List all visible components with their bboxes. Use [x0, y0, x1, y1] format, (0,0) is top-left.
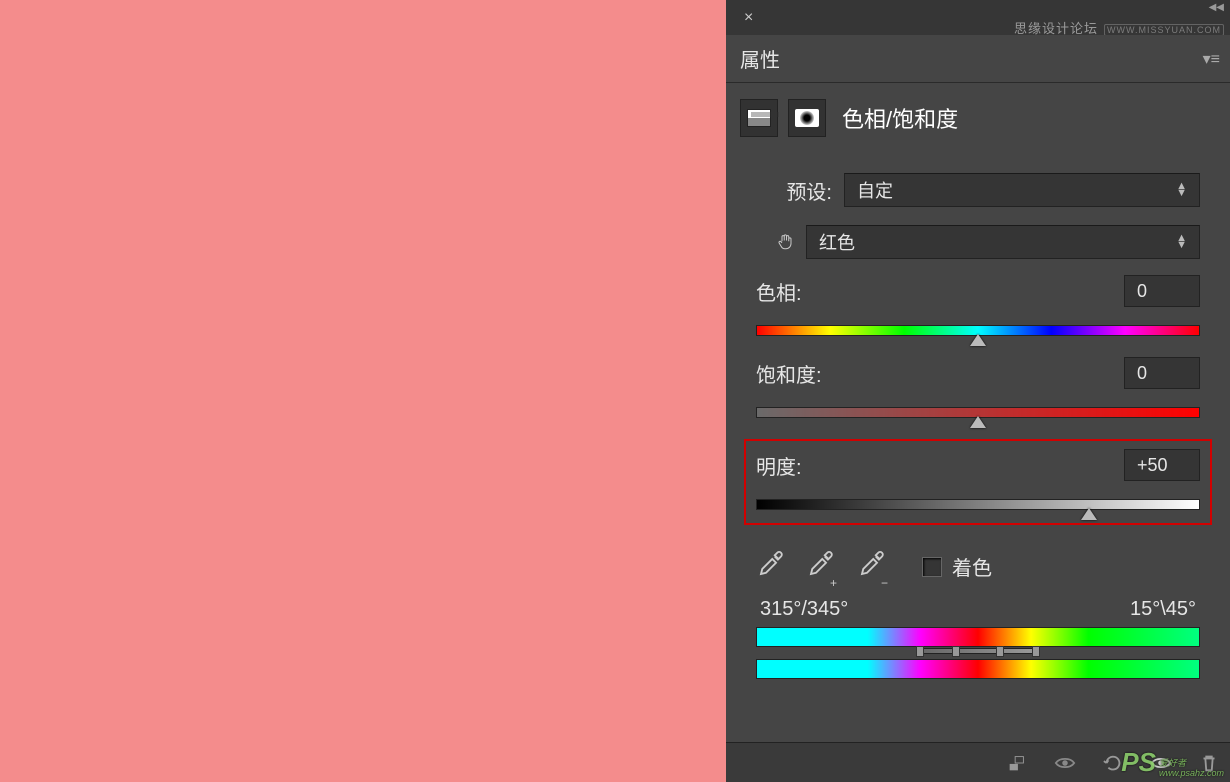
- colorize-label: 着色: [952, 552, 992, 581]
- close-icon[interactable]: ×: [736, 5, 761, 31]
- panel-title: 属性: [740, 44, 780, 73]
- lightness-slider-block: 明度: +50: [756, 449, 1200, 513]
- range-left-text: 315°/345°: [760, 598, 848, 621]
- panel-menu-icon[interactable]: ▾≡: [1203, 49, 1220, 69]
- watermark-bottom: PS 爱好者www.psahz.com: [1121, 747, 1224, 778]
- adjustment-name: 色相/饱和度: [842, 102, 958, 134]
- hue-thumb[interactable]: [970, 334, 986, 346]
- saturation-slider-block: 饱和度: 0: [756, 357, 1200, 421]
- color-range-strip-bottom[interactable]: [756, 659, 1200, 679]
- eyedropper-icon[interactable]: [756, 549, 786, 584]
- lightness-label: 明度:: [756, 451, 802, 480]
- eyedropper-row: + − 着色: [756, 535, 1200, 594]
- preset-value: 自定: [857, 177, 893, 203]
- saturation-thumb[interactable]: [970, 416, 986, 428]
- collapse-icon[interactable]: ◀◀: [1209, 2, 1224, 13]
- range-thumb-4[interactable]: [1032, 646, 1040, 657]
- controls-area: 预设: 自定 ▲▼ 红色 ▲▼ 色相: 0: [726, 147, 1230, 679]
- saturation-value-input[interactable]: 0: [1124, 357, 1200, 389]
- select-arrows-icon: ▲▼: [1176, 235, 1187, 249]
- range-thumb-2[interactable]: [952, 646, 960, 657]
- colorize-checkbox-wrap[interactable]: 着色: [922, 552, 992, 581]
- view-previous-icon[interactable]: [1054, 752, 1076, 774]
- color-range-strip-top[interactable]: [756, 627, 1200, 647]
- properties-panel: × ◀◀ 思缘设计论坛 WWW.MISSYUAN.COM 属性 ▾≡ 色相/饱和…: [726, 0, 1230, 782]
- adjustment-icon[interactable]: [740, 99, 778, 137]
- lightness-thumb[interactable]: [1081, 508, 1097, 520]
- channel-row: 红色 ▲▼: [756, 223, 1200, 261]
- mask-icon[interactable]: [788, 99, 826, 137]
- saturation-label: 饱和度:: [756, 359, 822, 388]
- channel-select[interactable]: 红色 ▲▼: [806, 225, 1200, 259]
- clip-to-layer-icon[interactable]: [1006, 752, 1028, 774]
- select-arrows-icon: ▲▼: [1176, 183, 1187, 197]
- range-bar[interactable]: [920, 648, 1035, 654]
- range-right-text: 15°\45°: [1130, 598, 1196, 621]
- hue-label: 色相:: [756, 277, 802, 306]
- preset-select[interactable]: 自定 ▲▼: [844, 173, 1200, 207]
- hue-value-input[interactable]: 0: [1124, 275, 1200, 307]
- saturation-slider[interactable]: [756, 403, 1200, 421]
- preset-row: 预设: 自定 ▲▼: [756, 171, 1200, 209]
- adjustment-title-row: 色相/饱和度: [726, 83, 1230, 147]
- hue-slider-block: 色相: 0: [756, 275, 1200, 339]
- range-thumb-3[interactable]: [996, 646, 1004, 657]
- eyedropper-plus-icon[interactable]: +: [806, 549, 837, 584]
- colorize-checkbox[interactable]: [922, 557, 942, 577]
- canvas-preview: [0, 0, 726, 782]
- lightness-slider[interactable]: [756, 495, 1200, 513]
- channel-value: 红色: [819, 229, 855, 255]
- scrubby-hand-icon[interactable]: [756, 226, 794, 258]
- lightness-highlight: 明度: +50: [744, 439, 1212, 525]
- preset-label: 预设:: [756, 176, 832, 205]
- range-thumb-1[interactable]: [916, 646, 924, 657]
- color-range-text: 315°/345° 15°\45°: [756, 594, 1200, 627]
- panel-tab-row: × ◀◀ 思缘设计论坛 WWW.MISSYUAN.COM: [726, 0, 1230, 35]
- color-range-thumbs[interactable]: [756, 647, 1200, 657]
- eyedropper-minus-icon[interactable]: −: [857, 549, 888, 584]
- panel-header: 属性 ▾≡: [726, 35, 1230, 83]
- hue-slider[interactable]: [756, 321, 1200, 339]
- lightness-value-input[interactable]: +50: [1124, 449, 1200, 481]
